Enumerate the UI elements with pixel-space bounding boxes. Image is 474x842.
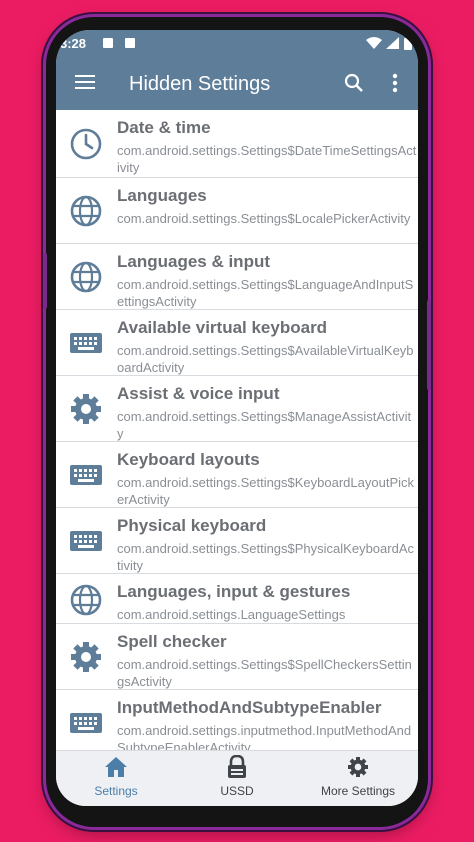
item-subtitle: com.android.settings.inputmethod.InputMe… [117,723,412,750]
gear-icon [71,642,101,672]
app-bar: Hidden Settings [56,56,418,110]
item-title: Spell checker [117,632,227,651]
item-title: Languages & input [117,252,270,271]
status-bar: 3:28 [56,30,418,56]
menu-icon[interactable] [75,74,95,90]
settings-list: Date & time com.android.settings.Setting… [56,110,418,750]
item-subtitle: com.android.settings.LanguageSettings [117,607,346,622]
list-item[interactable]: InputMethodAndSubtypeEnabler com.android… [56,690,418,750]
item-subtitle: com.android.settings.Settings$KeyboardLa… [117,475,415,507]
nav-settings[interactable]: Settings [78,755,154,798]
item-subtitle: com.android.settings.Settings$AvailableV… [117,343,414,375]
item-title: InputMethodAndSubtypeEnabler [117,698,382,717]
keyboard-icon [70,713,102,733]
list-item[interactable]: Spell checker com.android.settings.Setti… [56,624,418,690]
status-time: 3:28 [60,36,87,51]
item-title: Physical keyboard [117,516,267,535]
keyboard-icon [70,465,102,485]
wifi-icon [366,37,382,49]
gear-icon [71,394,101,424]
globe-icon [70,261,102,293]
power-button [427,300,431,390]
signal-icon [386,37,399,49]
list-item[interactable]: Date & time com.android.settings.Setting… [56,110,418,178]
more-options-icon[interactable] [392,73,398,93]
list-item[interactable]: Physical keyboard com.android.settings.S… [56,508,418,574]
list-item[interactable]: Assist & voice input com.android.setting… [56,376,418,442]
item-subtitle: com.android.settings.Settings$ManageAssi… [117,409,412,441]
app-notification-icon [125,38,135,48]
nav-label: Settings [94,784,138,798]
bottom-navigation: Settings USSD More Settings [56,750,418,806]
item-subtitle: com.android.settings.Settings$PhysicalKe… [117,541,414,573]
item-subtitle: com.android.settings.Settings$SpellCheck… [117,657,412,689]
nav-label: More Settings [320,784,396,798]
nav-more-settings[interactable]: More Settings [310,755,406,798]
nav-ussd[interactable]: USSD [199,754,275,798]
list-item[interactable]: Languages, input & gestures com.android.… [56,574,418,624]
keyboard-icon [70,531,102,551]
list-item[interactable]: Languages com.android.settings.Settings$… [56,178,418,244]
lock-icon [228,754,246,778]
screen: 3:28 Hidden Settings Date & time com.and… [56,30,418,806]
image-notification-icon [103,38,113,48]
globe-icon [70,195,102,227]
item-subtitle: com.android.settings.Settings$LanguageAn… [117,277,414,309]
battery-icon [404,36,412,50]
item-title: Keyboard layouts [117,450,260,469]
list-item[interactable]: Keyboard layouts com.android.settings.Se… [56,442,418,508]
item-subtitle: com.android.settings.Settings$LocalePick… [117,211,411,226]
item-title: Languages [117,186,207,205]
keyboard-icon [70,333,102,353]
globe-icon [70,584,102,616]
item-title: Assist & voice input [117,384,280,403]
item-title: Available virtual keyboard [117,318,328,337]
item-title: Languages, input & gestures [117,582,351,601]
item-title: Date & time [117,118,211,137]
gear-icon [348,757,368,777]
list-item[interactable]: Available virtual keyboard com.android.s… [56,310,418,376]
home-icon [105,757,127,777]
list-item[interactable]: Languages & input com.android.settings.S… [56,244,418,310]
search-icon[interactable] [344,73,364,93]
item-subtitle: com.android.settings.Settings$DateTimeSe… [117,143,417,175]
clock-icon [70,128,102,160]
page-title: Hidden Settings [129,73,271,95]
nav-label: USSD [220,784,254,798]
volume-button [43,253,47,309]
